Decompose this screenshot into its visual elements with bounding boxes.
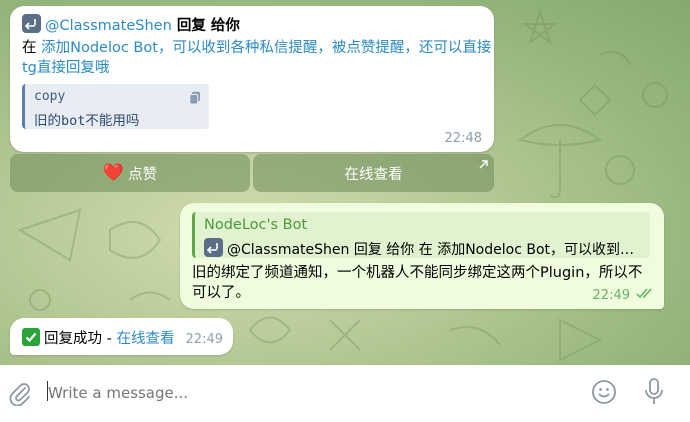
message-time: 22:49 <box>185 332 223 347</box>
quote-text: @ClassmateShen 回复 给你 在 添加Nodeloc Bot，可以收… <box>204 238 640 259</box>
double-check-icon <box>636 288 654 303</box>
emoji-icon[interactable] <box>591 379 617 409</box>
code-text-part: 不能用吗 <box>85 113 140 129</box>
message-composer <box>0 365 690 422</box>
incoming-message-bubble: 回复成功 - 在线查看 22:49 <box>10 318 233 355</box>
code-text: 旧的bot不能用吗 <box>34 109 139 129</box>
message-meta: 22:49 <box>593 288 654 303</box>
reply-quote[interactable]: NodeLoc's Bot @ClassmateShen 回复 给你 在 添加N… <box>192 212 650 258</box>
success-text: 回复成功 - <box>44 331 117 347</box>
code-language-label: copy <box>34 89 66 104</box>
message-time: 22:49 <box>592 288 630 303</box>
code-text-bot: bot <box>61 113 86 129</box>
mention-link[interactable]: @ClassmateShen <box>45 18 172 34</box>
incoming-message-bubble: @ClassmateShen 回复 给你 在 添加Nodeloc Bot，可以收… <box>10 6 494 152</box>
message-time: 22:48 <box>444 131 482 146</box>
paperclip-icon[interactable] <box>8 380 32 410</box>
heart-icon: ❤️ <box>102 163 125 183</box>
microphone-icon[interactable] <box>643 377 665 411</box>
view-online-button[interactable]: 在线查看 <box>253 154 494 192</box>
code-block: copy 旧的bot不能用吗 <box>22 84 209 129</box>
message-input[interactable] <box>48 381 568 405</box>
outgoing-message-bubble: NodeLoc's Bot @ClassmateShen 回复 给你 在 添加N… <box>180 203 664 309</box>
message-text: 回复成功 - 在线查看 <box>22 327 174 348</box>
message-body: 旧的绑定了频道通知，一个机器人不能同步绑定这两个Plugin，所以不可以了。 <box>192 265 643 301</box>
quote-text-content: @ClassmateShen 回复 给你 在 添加Nodeloc Bot，可以收… <box>227 242 640 258</box>
message-header: @ClassmateShen 回复 给你 <box>22 14 240 35</box>
view-online-link[interactable]: 在线查看 <box>116 331 174 347</box>
like-button[interactable]: ❤️ 点赞 <box>10 154 250 192</box>
copy-icon[interactable] <box>189 90 201 109</box>
external-link-arrow-icon <box>479 157 488 173</box>
reply-icon <box>22 14 41 33</box>
quote-sender-name: NodeLoc's Bot <box>204 217 308 233</box>
code-text-part: 旧的 <box>34 113 61 129</box>
topic-link[interactable]: 添加Nodeloc Bot，可以收到各种私信提醒，被点赞提醒，还可以直接tg直接… <box>22 40 491 76</box>
reply-action-text: 回复 给你 <box>171 18 240 34</box>
view-online-label: 在线查看 <box>344 166 403 183</box>
topic-line: 在 添加Nodeloc Bot，可以收到各种私信提醒，被点赞提醒，还可以直接tg… <box>22 38 492 78</box>
topic-prefix: 在 <box>22 40 42 56</box>
check-mark-icon <box>22 328 40 346</box>
reply-icon <box>204 238 223 257</box>
like-button-label: 点赞 <box>128 166 158 183</box>
